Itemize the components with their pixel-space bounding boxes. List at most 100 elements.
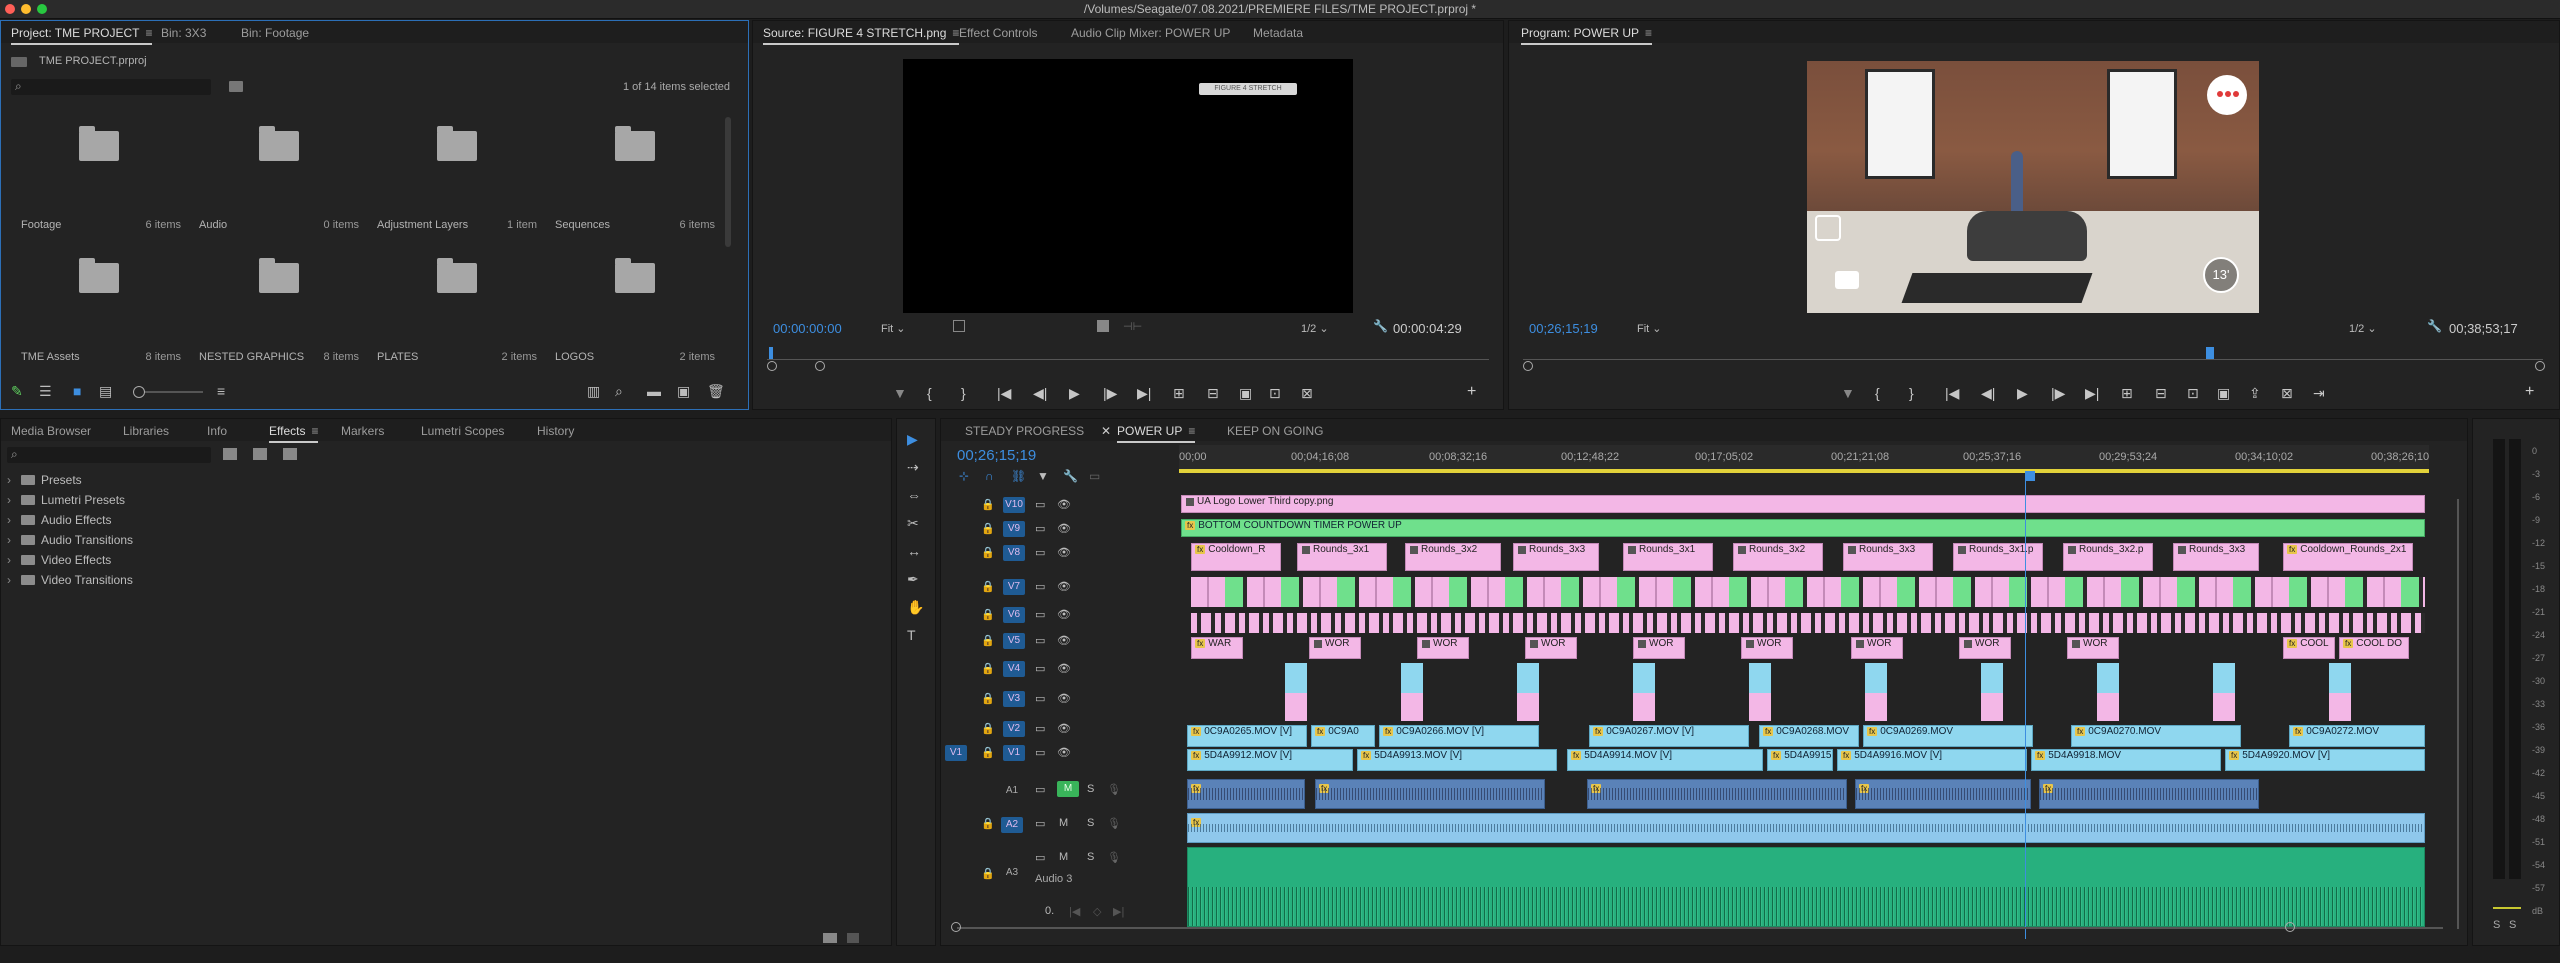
32bit-effects-icon[interactable] [253,448,267,460]
bin-item[interactable]: Footage 6 items [11,119,181,239]
timeline-playhead-handle[interactable] [2025,471,2035,481]
pen-tool-icon[interactable]: ✒ [907,571,919,588]
overwrite-icon[interactable]: ⊟ [1207,385,1219,402]
track-select-tool-icon[interactable]: ⇢ [907,459,919,476]
eye-icon[interactable]: 👁 [1057,522,1071,535]
close-tab-icon[interactable]: ✕ [1101,424,1111,438]
timeline-clip-v1[interactable]: fx 5D4A9913.MOV [V] [1357,749,1557,771]
lock-icon[interactable]: 🔒 [981,498,995,511]
work-area-bar[interactable] [1179,469,2429,473]
timeline-clip-v5[interactable]: WOR [1959,637,2011,659]
timeline-clip-v5[interactable]: WOR [1309,637,1361,659]
track-label[interactable]: V1 [1003,745,1025,761]
mark-in-icon[interactable]: { [927,385,932,401]
timeline-clip-v8[interactable]: fx Cooldown_Rounds_2x1 [2283,543,2413,571]
bin-item[interactable]: Adjustment Layers 1 item [367,119,537,239]
new-search-bin-icon[interactable] [229,81,243,92]
snap-icon[interactable]: ∩ [985,469,994,483]
trash-icon[interactable]: 🗑 [707,383,725,400]
mute-button[interactable]: M [1059,817,1068,829]
bin-item[interactable]: NESTED GRAPHICS 8 items [189,251,359,371]
program-time-ruler[interactable] [1523,347,2543,360]
eye-icon[interactable]: 👁 [1057,546,1071,559]
eye-icon[interactable]: 👁 [1057,722,1071,735]
new-bin-icon[interactable]: ▬ [647,383,661,399]
lock-icon[interactable]: 🔒 [981,662,995,675]
scroll-handle-left[interactable] [951,922,961,932]
step-back-icon[interactable]: ◀| [1981,385,1995,402]
go-to-in-icon[interactable]: |◀ [997,385,1011,402]
go-to-out-icon[interactable]: ▶| [1137,385,1151,402]
compare-icon[interactable]: ⊣⊢ [1123,320,1142,333]
sync-lock-icon[interactable]: ▭ [1035,546,1045,559]
timeline-clip-v1[interactable]: fx 5D4A9915. [1767,749,1833,771]
tree-item-video-effects[interactable]: › Video Effects [7,553,111,567]
accelerated-effects-icon[interactable] [223,448,237,460]
nest-toggle-icon[interactable]: ⊹ [959,469,969,483]
sync-lock-icon[interactable]: ▭ [1035,722,1045,735]
timeline-clip-v2[interactable]: fx 0C9A0 [1311,725,1375,747]
program-playhead[interactable] [2206,347,2215,359]
sync-lock-icon[interactable]: ▭ [1035,746,1045,759]
freeform-view-icon[interactable]: ▤ [99,383,112,400]
play-icon[interactable]: ▶ [1069,385,1080,402]
timeline-clip-v5[interactable]: fx COOL DO [2339,637,2409,659]
program-resolution-select[interactable]: 1/2 ⌄ [2349,322,2377,335]
source-fit-select[interactable]: Fit ⌄ [881,322,906,335]
source-zoom-handle-right[interactable] [815,361,825,371]
timeline-clip-v9[interactable]: fx BOTTOM COUNTDOWN TIMER POWER UP [1181,519,2425,537]
add-marker-icon[interactable]: ▼ [1841,385,1855,401]
settings-icon[interactable] [953,320,965,332]
microphone-icon[interactable]: 🎙 [1107,817,1121,830]
microphone-icon[interactable]: 🎙 [1107,783,1121,796]
program-fit-select[interactable]: Fit ⌄ [1637,322,1662,335]
track-label[interactable]: V8 [1003,545,1025,561]
tab-metadata[interactable]: Metadata [1253,26,1303,40]
lock-icon[interactable]: 🔒 [981,580,995,593]
tab-effects[interactable]: Effects ≡ [269,424,319,443]
lock-icon[interactable]: 🔒 [981,634,995,647]
track-label[interactable]: V5 [1003,633,1025,649]
mark-out-icon[interactable]: } [1909,385,1914,401]
timeline-audio-clip-a2[interactable]: fx [1187,813,2425,843]
go-to-next-icon[interactable]: ▶| [1113,905,1124,918]
timeline-clip-v2[interactable]: fx 0C9A0269.MOV [1863,725,2033,747]
sync-lock-icon[interactable]: ▭ [1035,817,1045,830]
razor-tool-icon[interactable]: ✂ [907,515,919,532]
timeline-audio-clip-a1[interactable]: fx [1315,779,1545,809]
project-search-input[interactable]: ⌕ [11,79,211,95]
tree-item-audio-effects[interactable]: › Audio Effects [7,513,112,527]
ripple-edit-tool-icon[interactable]: ⇔ [907,487,921,503]
play-icon[interactable]: ▶ [2017,385,2028,402]
timeline-clip-v5[interactable]: WOR [2067,637,2119,659]
lock-icon[interactable]: 🔒 [981,817,995,830]
mark-in-icon[interactable]: { [1875,385,1880,401]
timeline-clip-v1[interactable]: fx 5D4A9918.MOV [2031,749,2221,771]
automate-to-sequence-icon[interactable]: ▥ [587,383,600,400]
timeline-clips-v6[interactable] [1191,613,2425,633]
timeline-clip-v5[interactable]: fx WAR [1191,637,1243,659]
tab-keep-on-going[interactable]: KEEP ON GOING [1227,424,1323,438]
bin-item[interactable]: PLATES 2 items [367,251,537,371]
source-zoom-handle-left[interactable] [767,361,777,371]
track-label[interactable]: V3 [1003,691,1025,707]
go-to-in-icon[interactable]: |◀ [1945,385,1959,402]
zoom-slider-handle[interactable] [133,386,145,398]
bin-item[interactable]: Sequences 6 items [545,119,715,239]
slip-tool-icon[interactable]: ↔ [907,543,921,559]
tree-item-presets[interactable]: › Presets [7,473,82,487]
selection-tool-icon[interactable]: ▶ [907,431,918,448]
keyframe-icon[interactable]: ◇ [1093,905,1101,918]
export-icon[interactable]: ⊠ [2281,385,2293,402]
timeline-clip-v1[interactable]: fx 5D4A9912.MOV [V] [1187,749,1353,771]
mute-button[interactable]: M [1059,851,1068,863]
sync-lock-icon[interactable]: ▭ [1035,498,1045,511]
eye-icon[interactable]: 👁 [1057,746,1071,759]
timeline-clip-v8[interactable]: Rounds_3x1 [1623,543,1713,571]
captions-icon[interactable]: ▭ [1089,469,1100,483]
tab-lumetri-scopes[interactable]: Lumetri Scopes [421,424,504,438]
timeline-clip-v1[interactable]: fx 5D4A9914.MOV [V] [1567,749,1763,771]
program-zoom-handle-left[interactable] [1523,361,1533,371]
solo-button[interactable]: S [1087,851,1094,863]
lock-icon[interactable]: 🔒 [981,692,995,705]
